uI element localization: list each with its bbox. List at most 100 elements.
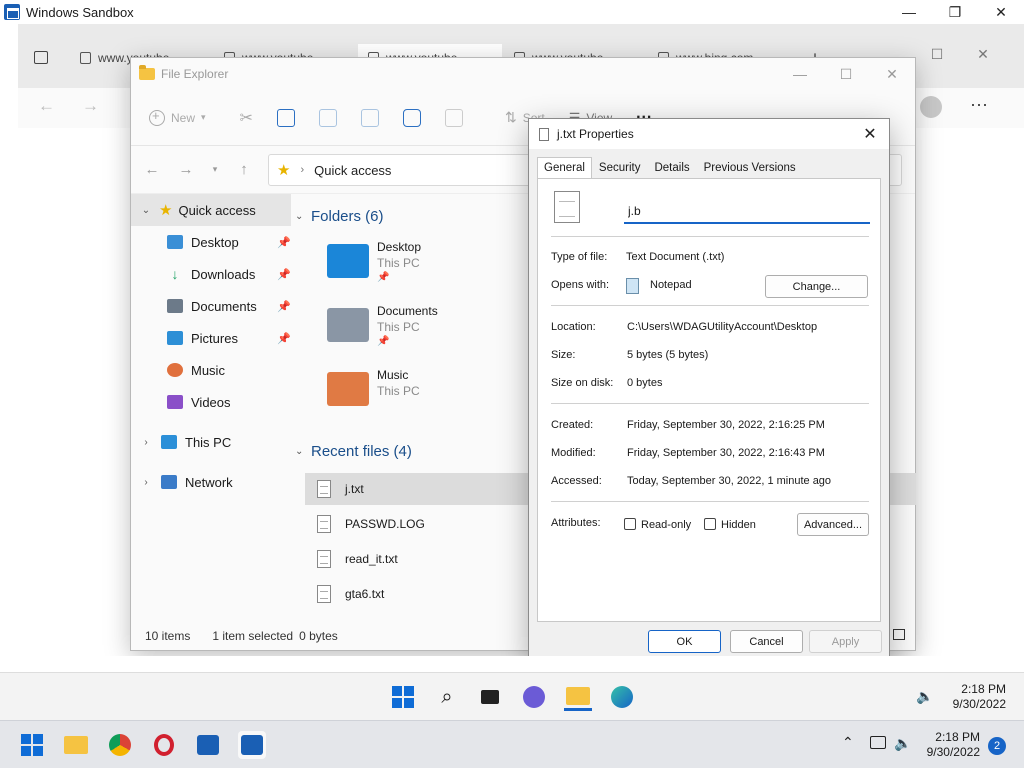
browser-restore-icon[interactable]: ☐ bbox=[914, 42, 960, 66]
nav-item-documents[interactable]: Documents 📌 bbox=[131, 290, 291, 322]
paste-button[interactable] bbox=[318, 108, 337, 127]
created-value: Friday, September 30, 2022, 2:16:25 PM bbox=[627, 419, 825, 431]
copy-button[interactable] bbox=[276, 108, 295, 127]
nav-item-network[interactable]: › Network bbox=[131, 466, 291, 498]
tab-general[interactable]: General bbox=[537, 157, 592, 180]
section-title: Recent files (4) bbox=[311, 442, 412, 460]
chevron-up-icon[interactable]: ⌃ bbox=[842, 734, 854, 751]
paste-icon bbox=[318, 108, 337, 127]
accessed-label: Accessed: bbox=[551, 475, 602, 487]
chrome-icon[interactable] bbox=[106, 731, 134, 759]
opera-icon[interactable] bbox=[150, 731, 178, 759]
close-icon[interactable]: ✕ bbox=[859, 123, 881, 145]
browser-menu-icon[interactable]: ··· bbox=[970, 94, 988, 115]
tab-previous-versions[interactable]: Previous Versions bbox=[697, 157, 803, 179]
desktop-folder-icon bbox=[327, 244, 369, 278]
apply-button[interactable]: Apply bbox=[809, 630, 882, 653]
folders-section-header[interactable]: ⌄ Folders (6) bbox=[291, 204, 384, 228]
edge-icon[interactable] bbox=[608, 683, 636, 711]
chevron-down-icon: ⌄ bbox=[295, 445, 304, 457]
browser-back-icon[interactable]: ← bbox=[38, 96, 55, 116]
network-monitor-icon[interactable] bbox=[870, 736, 886, 749]
folder-location: This PC bbox=[377, 256, 420, 270]
explorer-maximize-icon[interactable]: ☐ bbox=[823, 62, 869, 86]
task-view-icon[interactable] bbox=[476, 683, 504, 711]
ok-button[interactable]: OK bbox=[648, 630, 721, 653]
folder-tile-music[interactable]: Music This PC bbox=[327, 368, 507, 426]
nav-item-desktop[interactable]: Desktop 📌 bbox=[131, 226, 291, 258]
nav-item-pictures[interactable]: Pictures 📌 bbox=[131, 322, 291, 354]
volume-icon[interactable]: 🔈 bbox=[916, 688, 933, 705]
up-icon[interactable]: ↑ bbox=[227, 161, 261, 178]
file-explorer-taskbar-icon[interactable] bbox=[564, 683, 592, 711]
host-start-button[interactable] bbox=[18, 731, 46, 759]
host-clock[interactable]: 2:18 PM 9/30/2022 bbox=[920, 730, 980, 760]
sandbox-bottom-edge bbox=[0, 656, 1024, 672]
nav-item-videos[interactable]: Videos bbox=[131, 386, 291, 418]
explorer-minimize-icon[interactable]: — bbox=[777, 62, 823, 86]
sandbox-app-icon-active[interactable] bbox=[238, 731, 266, 759]
host-file-explorer-icon[interactable] bbox=[62, 731, 90, 759]
pin-icon: 📌 bbox=[277, 301, 291, 313]
location-label: Location: bbox=[551, 321, 596, 333]
profile-avatar[interactable] bbox=[920, 96, 942, 118]
change-button[interactable]: Change... bbox=[765, 275, 868, 298]
sandbox-taskbar: ⌕ 🔈 2:18 PM 9/30/2022 bbox=[0, 672, 1024, 720]
chat-icon[interactable] bbox=[520, 683, 548, 711]
text-file-icon bbox=[554, 191, 580, 223]
close-icon[interactable]: ✕ bbox=[978, 0, 1024, 24]
recent-section-header[interactable]: ⌄ Recent files (4) bbox=[291, 439, 412, 463]
new-button[interactable]: New ▾ bbox=[149, 108, 206, 126]
nav-label: Pictures bbox=[191, 330, 238, 346]
new-label: New bbox=[171, 110, 196, 125]
rename-icon bbox=[360, 108, 379, 127]
tiles-view-icon[interactable] bbox=[893, 629, 905, 640]
properties-dialog: j.txt Properties ✕ General Security Deta… bbox=[528, 118, 890, 661]
sort-icon: ⇅ bbox=[504, 109, 517, 125]
sandbox-clock[interactable]: 2:18 PM 9/30/2022 bbox=[948, 682, 1006, 712]
dialog-tabs: General Security Details Previous Versio… bbox=[537, 157, 803, 180]
clock-date: 9/30/2022 bbox=[952, 697, 1006, 711]
tab-details[interactable]: Details bbox=[647, 157, 696, 179]
text-file-icon bbox=[317, 585, 331, 603]
start-button[interactable] bbox=[389, 683, 417, 711]
sandbox-app-icon[interactable] bbox=[194, 731, 222, 759]
forward-icon[interactable]: → bbox=[169, 161, 203, 178]
folder-tile-documents[interactable]: Documents This PC 📌 bbox=[327, 304, 507, 362]
nav-label: Quick access bbox=[178, 202, 256, 218]
recent-locations-icon[interactable]: ▾ bbox=[203, 164, 227, 175]
browser-close-icon[interactable]: ✕ bbox=[960, 42, 1006, 66]
download-icon: ↓ bbox=[171, 266, 179, 282]
search-icon[interactable]: ⌕ bbox=[433, 683, 461, 711]
folder-tile-desktop[interactable]: Desktop This PC 📌 bbox=[327, 240, 507, 298]
size-on-disk-value: 0 bytes bbox=[627, 377, 663, 389]
nav-label: Videos bbox=[191, 394, 231, 410]
cancel-button[interactable]: Cancel bbox=[730, 630, 803, 653]
browser-forward-icon[interactable]: → bbox=[82, 96, 99, 116]
share-button[interactable] bbox=[402, 108, 421, 127]
nav-quick-access[interactable]: ⌄ ★ Quick access bbox=[131, 194, 291, 226]
rename-button[interactable] bbox=[360, 108, 379, 127]
volume-icon[interactable]: 🔈 bbox=[894, 735, 911, 752]
nav-label: Documents bbox=[191, 298, 257, 314]
nav-item-this-pc[interactable]: › This PC bbox=[131, 426, 291, 458]
restore-icon[interactable]: ❐ bbox=[932, 0, 978, 24]
back-icon[interactable]: ← bbox=[135, 161, 169, 178]
readonly-checkbox[interactable] bbox=[624, 518, 636, 530]
location-value: C:\Users\WDAGUtilityAccount\Desktop bbox=[627, 321, 818, 333]
chevron-down-icon: ⌄ bbox=[141, 204, 151, 216]
delete-button[interactable] bbox=[444, 108, 463, 127]
pictures-icon bbox=[167, 331, 183, 345]
tab-security[interactable]: Security bbox=[592, 157, 648, 179]
file-name-input[interactable] bbox=[624, 200, 870, 224]
nav-item-downloads[interactable]: ↓ Downloads 📌 bbox=[131, 258, 291, 290]
advanced-button[interactable]: Advanced... bbox=[797, 513, 869, 536]
explorer-close-icon[interactable]: ✕ bbox=[869, 62, 915, 86]
hidden-checkbox[interactable] bbox=[704, 518, 716, 530]
cut-button[interactable]: ✂ bbox=[240, 108, 253, 128]
minimize-icon[interactable]: — bbox=[886, 0, 932, 24]
chevron-right-icon: › bbox=[144, 436, 148, 448]
notification-badge[interactable]: 2 bbox=[988, 737, 1006, 755]
tab-actions-icon[interactable] bbox=[18, 44, 66, 72]
nav-item-music[interactable]: Music bbox=[131, 354, 291, 386]
